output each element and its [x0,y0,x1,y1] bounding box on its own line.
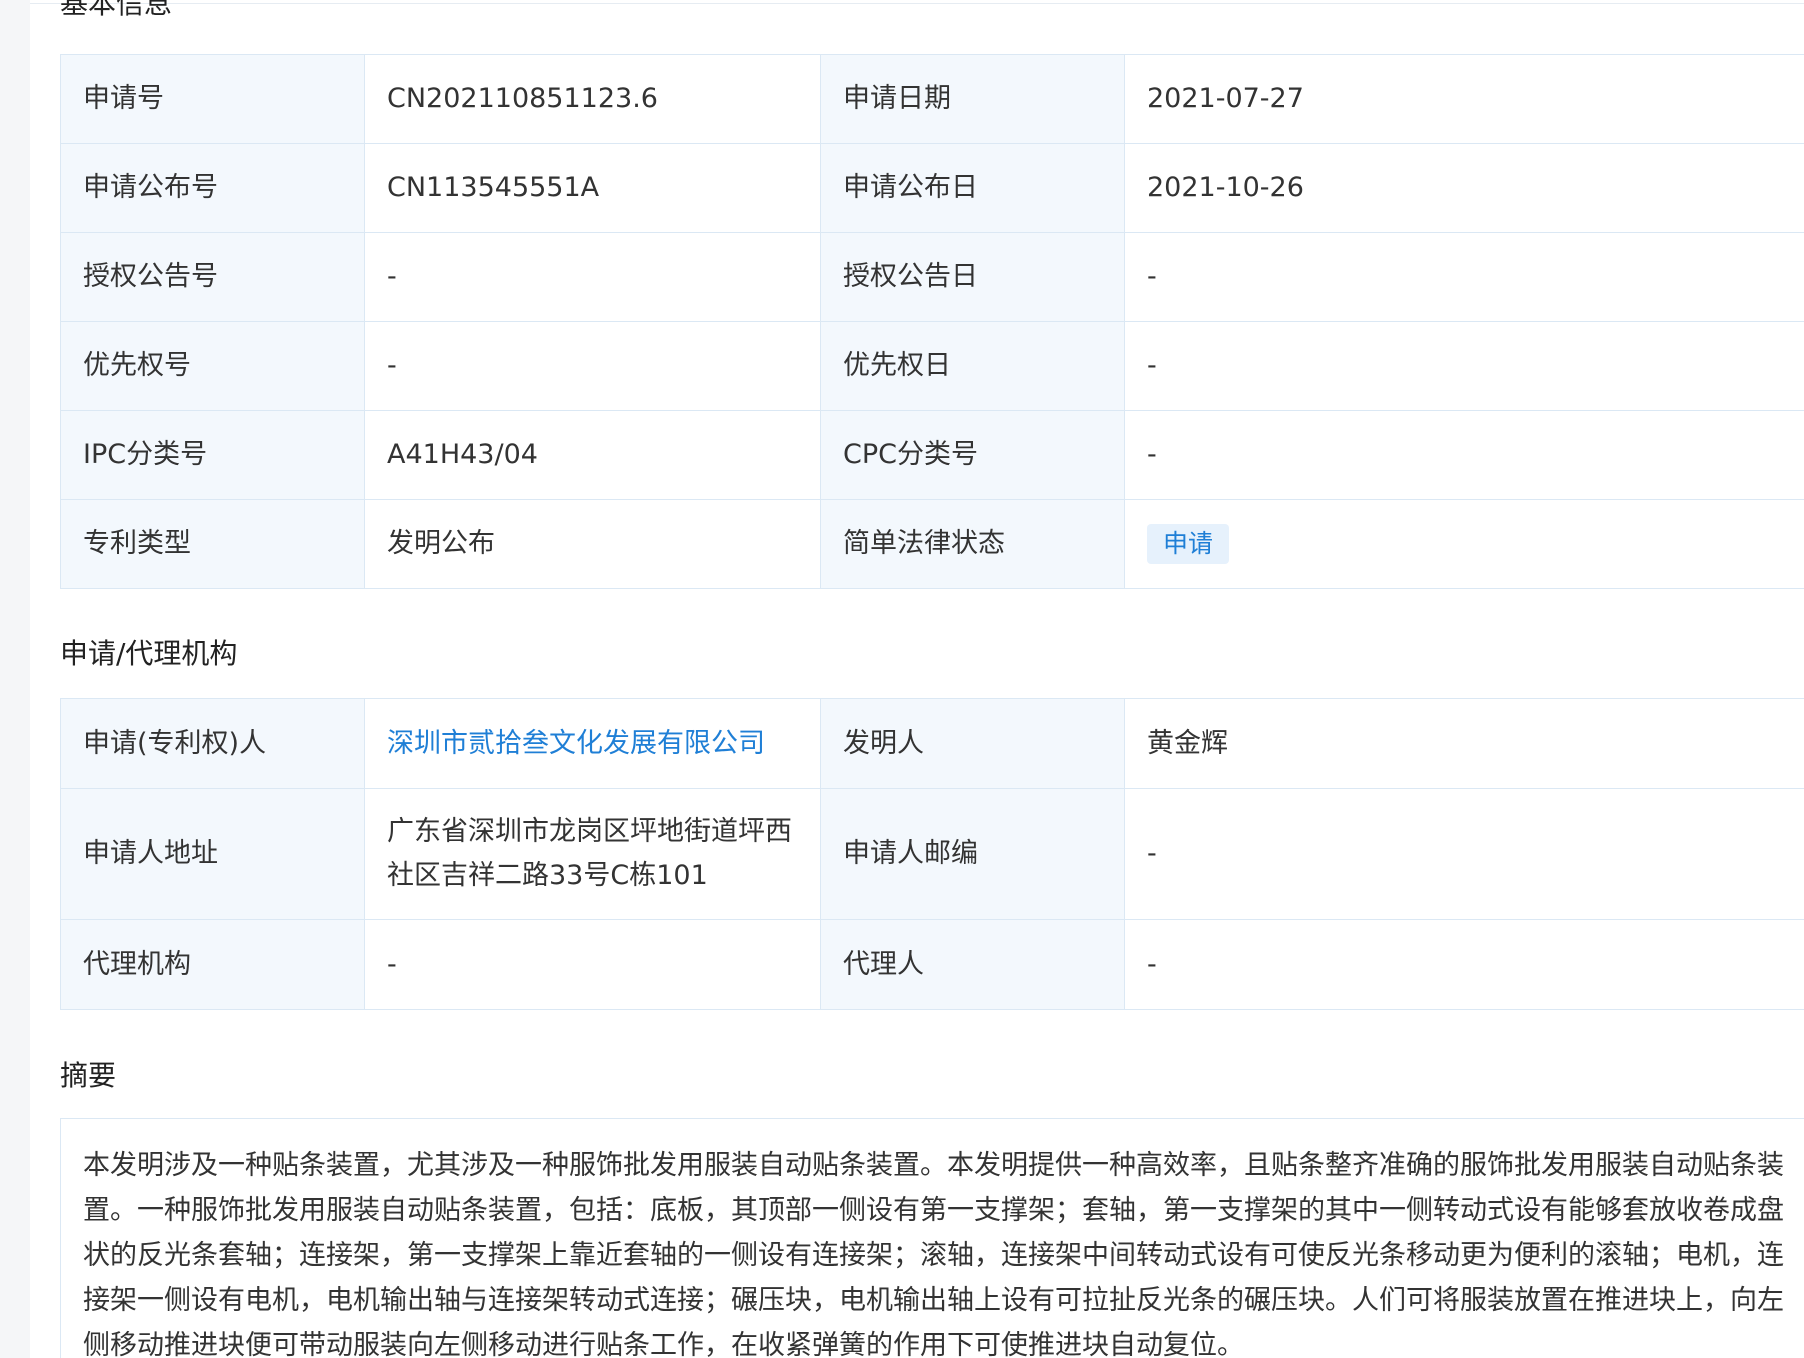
field-label: 代理机构 [60,919,365,1010]
field-value: - [1124,410,1804,500]
field-value: - [1124,919,1804,1010]
table-row: 申请号 CN202110851123.6 申请日期 2021-07-27 [60,54,1804,144]
field-value: 2021-10-26 [1124,143,1804,233]
field-value: - [1124,232,1804,322]
field-value: 发明公布 [364,499,821,589]
field-value: A41H43/04 [364,410,821,500]
section-title-abstract: 摘要 [60,1059,117,1092]
field-label: CPC分类号 [820,410,1125,500]
patent-detail-page: 基本信息 申请号 CN202110851123.6 申请日期 2021-07-2… [0,0,1804,1358]
top-tab-strip [30,0,1804,4]
basic-info-table: 申请号 CN202110851123.6 申请日期 2021-07-27 申请公… [60,54,1804,589]
abstract-text: 本发明涉及一种贴条装置，尤其涉及一种服饰批发用服装自动贴条装置。本发明提供一种高… [60,1118,1804,1358]
field-label: 申请公布日 [820,143,1125,233]
field-label: 发明人 [820,698,1125,789]
legal-status-badge[interactable]: 申请 [1147,524,1230,564]
field-label: 专利类型 [60,499,365,589]
field-value: - [364,321,821,411]
field-label: 代理人 [820,919,1125,1010]
table-row: 优先权号 - 优先权日 - [60,321,1804,411]
field-value: - [364,919,821,1010]
table-row: 申请(专利权)人 深圳市贰拾叁文化发展有限公司 发明人 黄金辉 [60,698,1804,789]
field-value: - [1124,321,1804,411]
field-value: 广东省深圳市龙岗区坪地街道坪西社区吉祥二路33号C栋101 [364,788,821,920]
field-label: 优先权日 [820,321,1125,411]
field-label: 简单法律状态 [820,499,1125,589]
applicant-link[interactable]: 深圳市贰拾叁文化发展有限公司 [387,728,765,759]
applicant-cell: 深圳市贰拾叁文化发展有限公司 [364,698,821,789]
field-label: 申请人地址 [60,788,365,920]
table-row: 代理机构 - 代理人 - [60,919,1804,1010]
field-value: 黄金辉 [1124,698,1804,789]
field-label: 申请人邮编 [820,788,1125,920]
field-value: CN202110851123.6 [364,54,821,144]
left-gutter [0,0,30,1358]
field-label: 授权公告号 [60,232,365,322]
section-title-basic-info: 基本信息 [60,0,173,20]
table-row: 申请人地址 广东省深圳市龙岗区坪地街道坪西社区吉祥二路33号C栋101 申请人邮… [60,788,1804,920]
section-title-agency: 申请/代理机构 [60,637,238,670]
field-label: 申请公布号 [60,143,365,233]
table-row: IPC分类号 A41H43/04 CPC分类号 - [60,410,1804,500]
agency-info-table: 申请(专利权)人 深圳市贰拾叁文化发展有限公司 发明人 黄金辉 申请人地址 广东… [60,698,1804,1010]
field-value: CN113545551A [364,143,821,233]
table-row: 专利类型 发明公布 简单法律状态 申请 [60,499,1804,589]
field-label: 申请日期 [820,54,1125,144]
field-label: 申请号 [60,54,365,144]
table-row: 授权公告号 - 授权公告日 - [60,232,1804,322]
legal-status-cell: 申请 [1124,499,1804,589]
field-label: 优先权号 [60,321,365,411]
field-value: 2021-07-27 [1124,54,1804,144]
field-label: 授权公告日 [820,232,1125,322]
field-value: - [364,232,821,322]
field-label: IPC分类号 [60,410,365,500]
table-row: 申请公布号 CN113545551A 申请公布日 2021-10-26 [60,143,1804,233]
field-label: 申请(专利权)人 [60,698,365,789]
field-value: - [1124,788,1804,920]
